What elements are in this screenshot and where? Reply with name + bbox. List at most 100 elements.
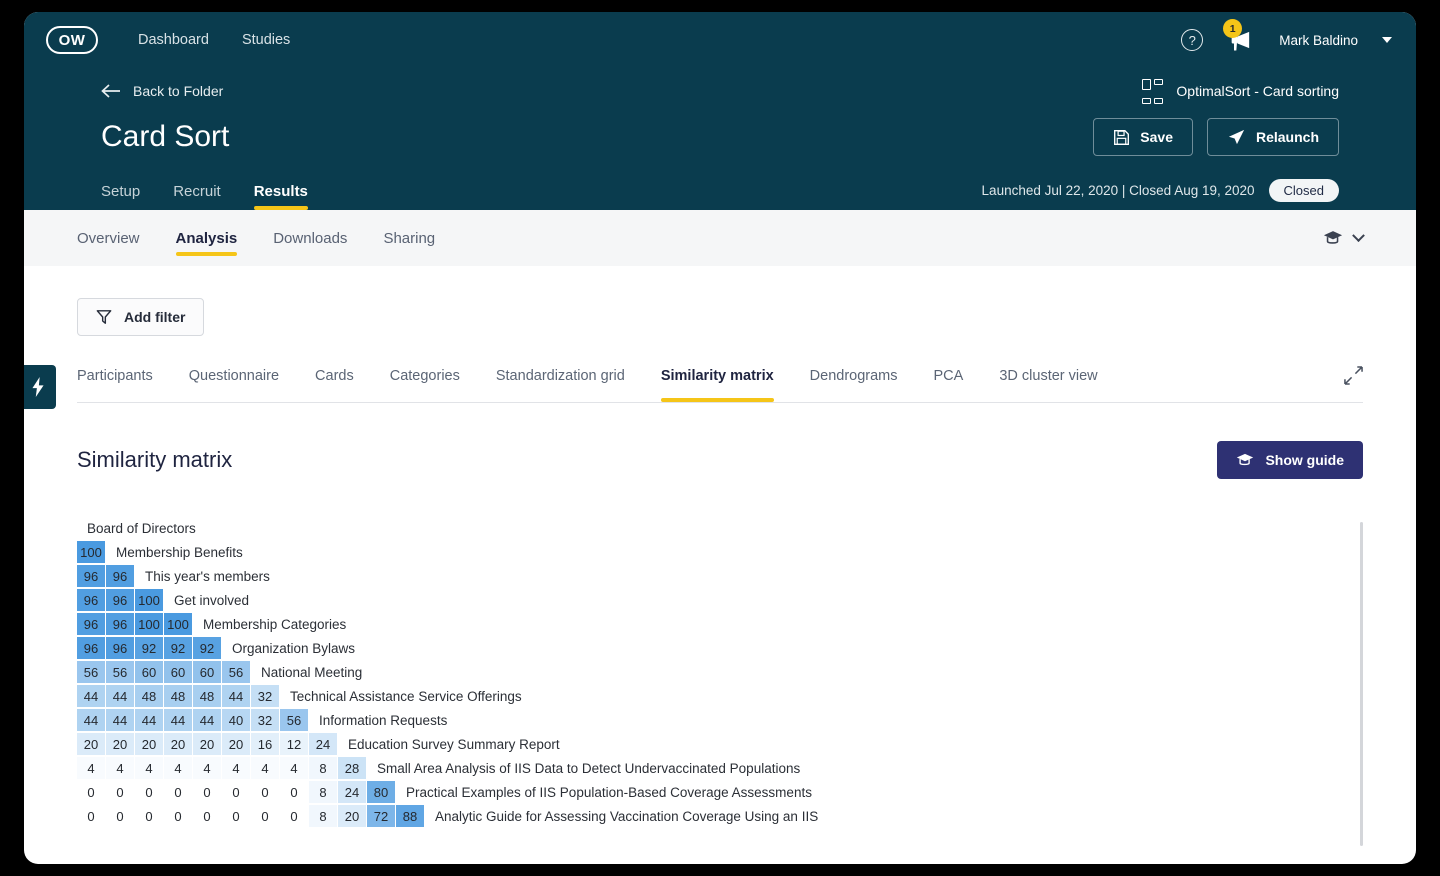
matrix-cell[interactable]: 96 [106, 613, 134, 635]
matrix-cell[interactable]: 0 [280, 805, 308, 827]
matrix-cell[interactable]: 0 [193, 781, 221, 803]
matrix-cell[interactable]: 56 [222, 661, 250, 683]
relaunch-button[interactable]: Relaunch [1206, 118, 1339, 156]
matrix-cell[interactable]: 0 [106, 805, 134, 827]
matrix-cell[interactable]: 40 [222, 709, 250, 731]
show-guide-button[interactable]: Show guide [1217, 441, 1363, 479]
analysis-tab-dendrograms[interactable]: Dendrograms [810, 368, 898, 401]
matrix-cell[interactable]: 48 [193, 685, 221, 707]
matrix-cell[interactable]: 24 [338, 781, 366, 803]
matrix-cell[interactable]: 56 [106, 661, 134, 683]
matrix-cell[interactable]: 44 [135, 709, 163, 731]
matrix-cell[interactable]: 72 [367, 805, 395, 827]
analysis-tab-participants[interactable]: Participants [77, 368, 153, 401]
help-icon[interactable]: ? [1181, 29, 1204, 51]
results-tab-overview[interactable]: Overview [77, 210, 140, 266]
matrix-cell[interactable]: 92 [164, 637, 192, 659]
matrix-cell[interactable]: 44 [222, 685, 250, 707]
matrix-cell[interactable]: 0 [77, 805, 105, 827]
topnav-item-studies[interactable]: Studies [242, 32, 290, 48]
matrix-cell[interactable]: 0 [280, 781, 308, 803]
analysis-tab-similarity-matrix[interactable]: Similarity matrix [660, 368, 774, 402]
matrix-cell[interactable]: 20 [338, 805, 366, 827]
matrix-cell[interactable]: 8 [309, 805, 337, 827]
matrix-cell[interactable]: 60 [193, 661, 221, 683]
expand-arrows-icon[interactable] [1344, 366, 1363, 402]
tab-results[interactable]: Results [253, 183, 309, 210]
optimal-workshop-logo[interactable]: OW [46, 26, 98, 54]
matrix-cell[interactable]: 0 [135, 781, 163, 803]
matrix-cell[interactable]: 16 [251, 733, 279, 755]
analysis-tab-categories[interactable]: Categories [390, 368, 460, 401]
matrix-cell[interactable]: 12 [280, 733, 308, 755]
matrix-cell[interactable]: 8 [309, 781, 337, 803]
matrix-cell[interactable]: 20 [193, 733, 221, 755]
user-name[interactable]: Mark Baldino [1279, 33, 1358, 48]
matrix-cell[interactable]: 96 [77, 637, 105, 659]
analysis-tab-pca[interactable]: PCA [934, 368, 964, 401]
matrix-cell[interactable]: 24 [309, 733, 337, 755]
matrix-cell[interactable]: 20 [222, 733, 250, 755]
matrix-cell[interactable]: 0 [164, 805, 192, 827]
matrix-cell[interactable]: 20 [77, 733, 105, 755]
results-tab-analysis[interactable]: Analysis [175, 210, 237, 266]
matrix-cell[interactable]: 32 [251, 709, 279, 731]
matrix-cell[interactable]: 4 [135, 757, 163, 779]
matrix-cell[interactable]: 0 [251, 805, 279, 827]
matrix-cell[interactable]: 60 [135, 661, 163, 683]
analysis-tab-3d-cluster-view[interactable]: 3D cluster view [999, 368, 1097, 401]
matrix-cell[interactable]: 48 [135, 685, 163, 707]
matrix-cell[interactable]: 20 [164, 733, 192, 755]
matrix-cell[interactable]: 28 [338, 757, 366, 779]
matrix-cell[interactable]: 4 [222, 757, 250, 779]
matrix-cell[interactable]: 96 [106, 565, 134, 587]
matrix-cell[interactable]: 0 [251, 781, 279, 803]
matrix-cell[interactable]: 0 [164, 781, 192, 803]
results-tab-downloads[interactable]: Downloads [273, 210, 347, 266]
matrix-cell[interactable]: 92 [135, 637, 163, 659]
matrix-cell[interactable]: 0 [222, 781, 250, 803]
quick-actions-tab[interactable] [24, 365, 56, 409]
matrix-cell[interactable]: 44 [106, 709, 134, 731]
matrix-cell[interactable]: 4 [251, 757, 279, 779]
matrix-cell[interactable]: 0 [193, 805, 221, 827]
matrix-cell[interactable]: 96 [77, 589, 105, 611]
matrix-cell[interactable]: 96 [106, 637, 134, 659]
matrix-cell[interactable]: 0 [77, 781, 105, 803]
matrix-cell[interactable]: 44 [164, 709, 192, 731]
analysis-tab-cards[interactable]: Cards [315, 368, 354, 401]
matrix-cell[interactable]: 44 [106, 685, 134, 707]
matrix-cell[interactable]: 80 [367, 781, 395, 803]
results-tab-sharing[interactable]: Sharing [383, 210, 435, 266]
matrix-cell[interactable]: 48 [164, 685, 192, 707]
matrix-scrollbar[interactable] [1360, 522, 1363, 846]
matrix-cell[interactable]: 96 [77, 613, 105, 635]
matrix-cell[interactable]: 60 [164, 661, 192, 683]
matrix-cell[interactable]: 0 [135, 805, 163, 827]
matrix-cell[interactable]: 0 [222, 805, 250, 827]
matrix-cell[interactable]: 44 [77, 685, 105, 707]
back-to-folder-link[interactable]: Back to Folder [101, 83, 223, 99]
matrix-cell[interactable]: 20 [135, 733, 163, 755]
similarity-matrix[interactable]: Board of Directors 100 Membership Benefits… [77, 516, 1363, 846]
matrix-cell[interactable]: 56 [77, 661, 105, 683]
matrix-cell[interactable]: 88 [396, 805, 424, 827]
matrix-cell[interactable]: 0 [106, 781, 134, 803]
matrix-cell[interactable]: 4 [164, 757, 192, 779]
save-button[interactable]: Save [1093, 118, 1193, 156]
chevron-down-icon[interactable] [1382, 37, 1392, 43]
matrix-cell[interactable]: 96 [77, 565, 105, 587]
matrix-cell[interactable]: 100 [77, 541, 105, 563]
matrix-cell[interactable]: 8 [309, 757, 337, 779]
matrix-cell[interactable]: 4 [193, 757, 221, 779]
tab-setup[interactable]: Setup [101, 183, 140, 210]
analysis-tab-questionnaire[interactable]: Questionnaire [189, 368, 279, 401]
analysis-tab-standardization-grid[interactable]: Standardization grid [496, 368, 625, 401]
matrix-cell[interactable]: 44 [77, 709, 105, 731]
matrix-cell[interactable]: 4 [77, 757, 105, 779]
matrix-cell[interactable]: 100 [135, 613, 163, 635]
add-filter-button[interactable]: Add filter [77, 298, 205, 336]
matrix-cell[interactable]: 96 [106, 589, 134, 611]
matrix-cell[interactable]: 4 [106, 757, 134, 779]
announcements-button[interactable]: 1 [1223, 19, 1255, 54]
